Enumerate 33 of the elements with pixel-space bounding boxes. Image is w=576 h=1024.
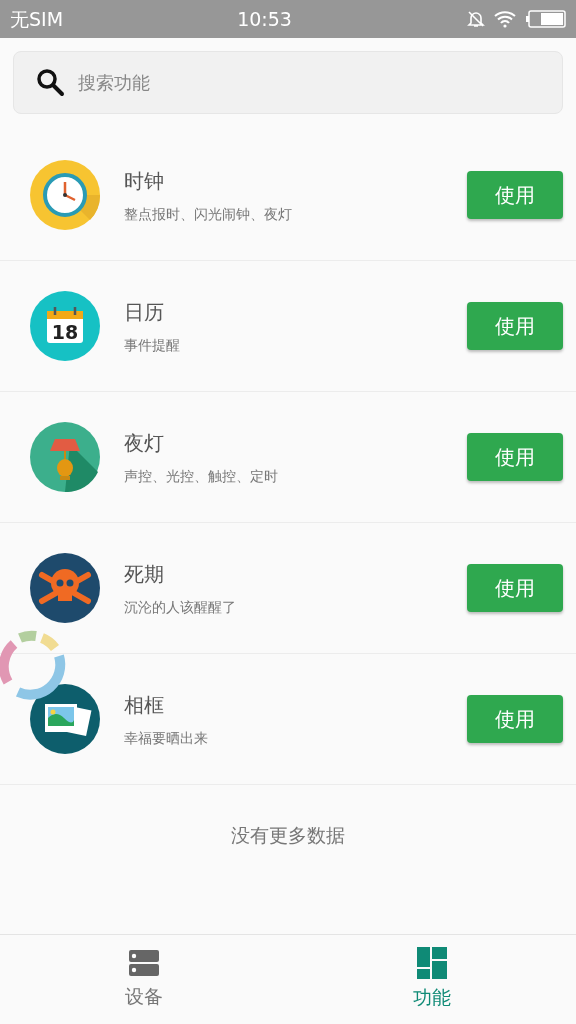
feature-description: 沉沦的人该醒醒了 [124,597,237,617]
feature-description: 幸福要晒出来 [124,728,209,748]
nav-tab[interactable]: 功能 [362,946,502,1013]
calendar-icon [30,291,100,361]
feature-title: 时钟 [124,167,165,195]
use-button[interactable]: 使用 [467,564,563,612]
no-more-data-text: 没有更多数据 [231,824,345,846]
loading-spinner-icon [0,630,68,702]
use-button[interactable]: 使用 [467,695,563,743]
wifi-icon [494,10,518,28]
feature-description: 整点报时、闪光闹钟、夜灯 [124,204,293,224]
battery-icon [526,10,566,28]
use-button[interactable]: 使用 [467,433,563,481]
photos-icon [30,684,100,754]
feature-title: 日历 [124,298,165,326]
feature-title: 夜灯 [124,429,165,457]
calendar-day-number: 18 [51,321,79,343]
feature-description: 声控、光控、触控、定时 [124,466,279,486]
clock-time: 10:53 [237,6,292,32]
lamp-icon [30,422,100,492]
search-field[interactable]: 搜索功能 [13,51,563,114]
carrier-text: 无SIM [10,6,64,32]
use-button[interactable]: 使用 [467,171,563,219]
skull-crossbones-icon [30,553,100,623]
dashboard-icon [417,947,447,980]
server-icon [129,948,159,979]
clock-icon [30,160,100,230]
feature-title: 死期 [124,560,165,588]
feature-description: 事件提醒 [124,335,181,355]
feature-title: 相框 [124,691,165,719]
use-button[interactable]: 使用 [467,302,563,350]
nav-tab[interactable]: 设备 [74,947,214,1012]
bell-muted-icon [466,9,486,29]
